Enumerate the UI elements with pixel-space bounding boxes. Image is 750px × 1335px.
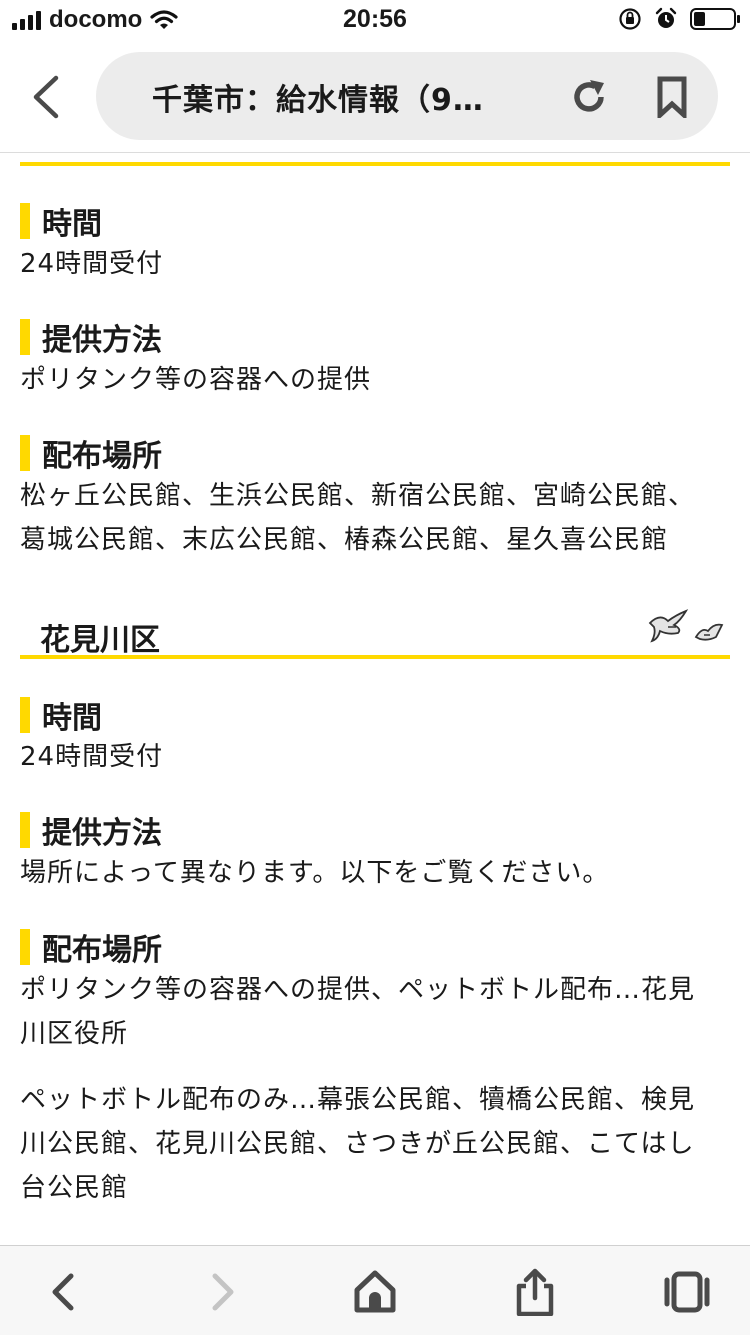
places-line: ポリタンク等の容器への提供、ペットボトル配布…花見	[20, 975, 696, 1005]
address-bar[interactable]: 千葉市：給水情報（9…	[96, 52, 718, 140]
subheading-time: 時間	[20, 693, 102, 737]
subheading-places: 配布場所	[20, 925, 162, 969]
subheading-method: 提供方法	[20, 808, 162, 852]
time-value: 24時間受付	[20, 249, 164, 279]
subheading-method: 提供方法	[20, 315, 162, 359]
places-line: 葛城公民館、末広公民館、椿森公民館、星久喜公民館	[20, 525, 669, 555]
back-arrow-icon[interactable]	[40, 1268, 90, 1316]
page-title[interactable]: 千葉市：給水情報（9…	[152, 75, 484, 119]
page-content: 時間 24時間受付 提供方法 ポリタンク等の容器への提供 配布場所 松ヶ丘公民館…	[0, 153, 750, 1245]
orientation-lock-icon	[619, 8, 641, 30]
places-line: 川公民館、花見川公民館、さつきが丘公民館、こてはし	[20, 1129, 695, 1159]
places-line: 川区役所	[20, 1019, 129, 1049]
home-icon[interactable]	[350, 1268, 400, 1316]
subheading-places: 配布場所	[20, 431, 162, 475]
back-icon[interactable]	[24, 72, 68, 122]
section-divider	[20, 655, 730, 659]
method-value: 場所によって異なります。以下をご覧ください。	[20, 858, 610, 888]
share-icon[interactable]	[510, 1268, 560, 1316]
status-bar: docomo 20:56	[0, 0, 750, 40]
subheading-time: 時間	[20, 199, 102, 243]
places-line: ペットボトル配布のみ…幕張公民館、犢橋公民館、検見	[20, 1085, 696, 1115]
section-divider	[20, 162, 730, 166]
reload-icon[interactable]	[568, 76, 610, 118]
tabs-icon[interactable]	[662, 1268, 712, 1316]
birds-decoration-icon	[648, 609, 724, 643]
alarm-icon	[655, 7, 677, 28]
places-line: 松ヶ丘公民館、生浜公民館、新宿公民館、宮崎公民館、	[20, 481, 696, 511]
battery-icon	[690, 8, 740, 30]
method-value: ポリタンク等の容器への提供	[20, 365, 372, 395]
forward-arrow-icon[interactable]	[196, 1268, 246, 1316]
region-title: 花見川区	[40, 623, 160, 658]
bookmark-icon[interactable]	[652, 76, 692, 118]
browser-toolbar	[0, 1245, 750, 1335]
places-line: 台公民館	[20, 1173, 129, 1203]
browser-header: 千葉市：給水情報（9…	[0, 40, 750, 153]
time-value: 24時間受付	[20, 742, 164, 772]
